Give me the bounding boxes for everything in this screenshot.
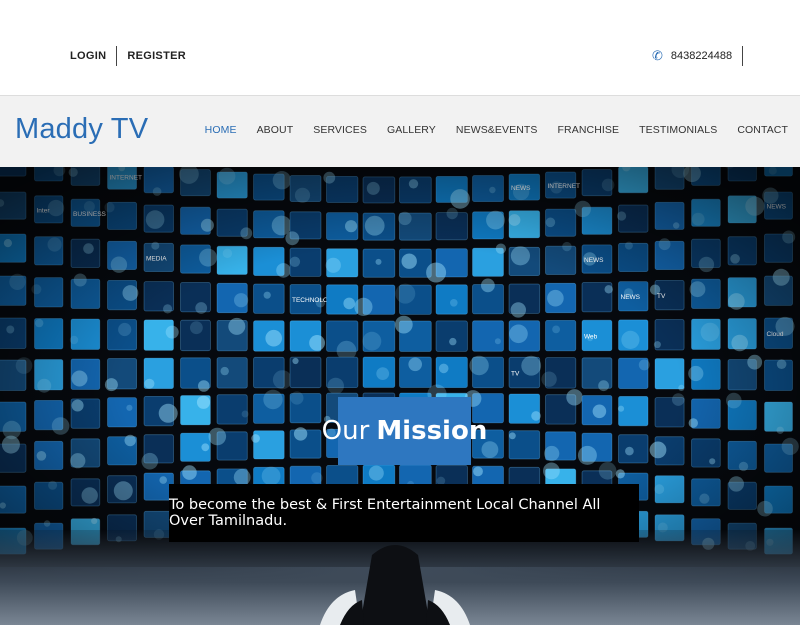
nav-item-franchise[interactable]: FRANCHISE <box>558 124 620 136</box>
nav-item-about[interactable]: ABOUT <box>257 124 294 136</box>
nav-item-gallery[interactable]: GALLERY <box>387 124 436 136</box>
phone-number[interactable]: 8438224488 <box>671 50 732 62</box>
mission-heading: Our Mission <box>322 397 487 465</box>
mission-heading-our: Our <box>321 416 370 446</box>
mission-heading-mission: Mission <box>376 416 488 446</box>
hero-banner: INTERNETNEWSINTERNETInterBUSINESSNEWSMED… <box>0 167 800 625</box>
main-navbar: Maddy TV HOME ABOUT SERVICES GALLERY NEW… <box>0 95 800 167</box>
phone-icon: ✆ <box>652 48 663 63</box>
nav-menu: HOME ABOUT SERVICES GALLERY NEWS&EVENTS … <box>185 124 788 136</box>
chair-silhouette <box>320 545 470 625</box>
site-logo[interactable]: Maddy TV <box>15 113 148 146</box>
nav-item-services[interactable]: SERVICES <box>313 124 367 136</box>
nav-item-testimonials[interactable]: TESTIMONIALS <box>639 124 717 136</box>
top-bar: LOGIN REGISTER ✆ 8438224488 <box>0 0 800 95</box>
auth-links: LOGIN REGISTER <box>70 46 186 66</box>
mission-statement: To become the best & First Entertainment… <box>169 484 639 542</box>
register-link[interactable]: REGISTER <box>127 50 186 62</box>
nav-item-contact[interactable]: CONTACT <box>737 124 788 136</box>
nav-item-home[interactable]: HOME <box>205 124 237 136</box>
login-link[interactable]: LOGIN <box>70 50 106 62</box>
phone-divider <box>742 46 744 66</box>
auth-divider <box>116 46 118 66</box>
phone-contact: ✆ 8438224488 <box>652 46 744 66</box>
nav-item-news-events[interactable]: NEWS&EVENTS <box>456 124 538 136</box>
